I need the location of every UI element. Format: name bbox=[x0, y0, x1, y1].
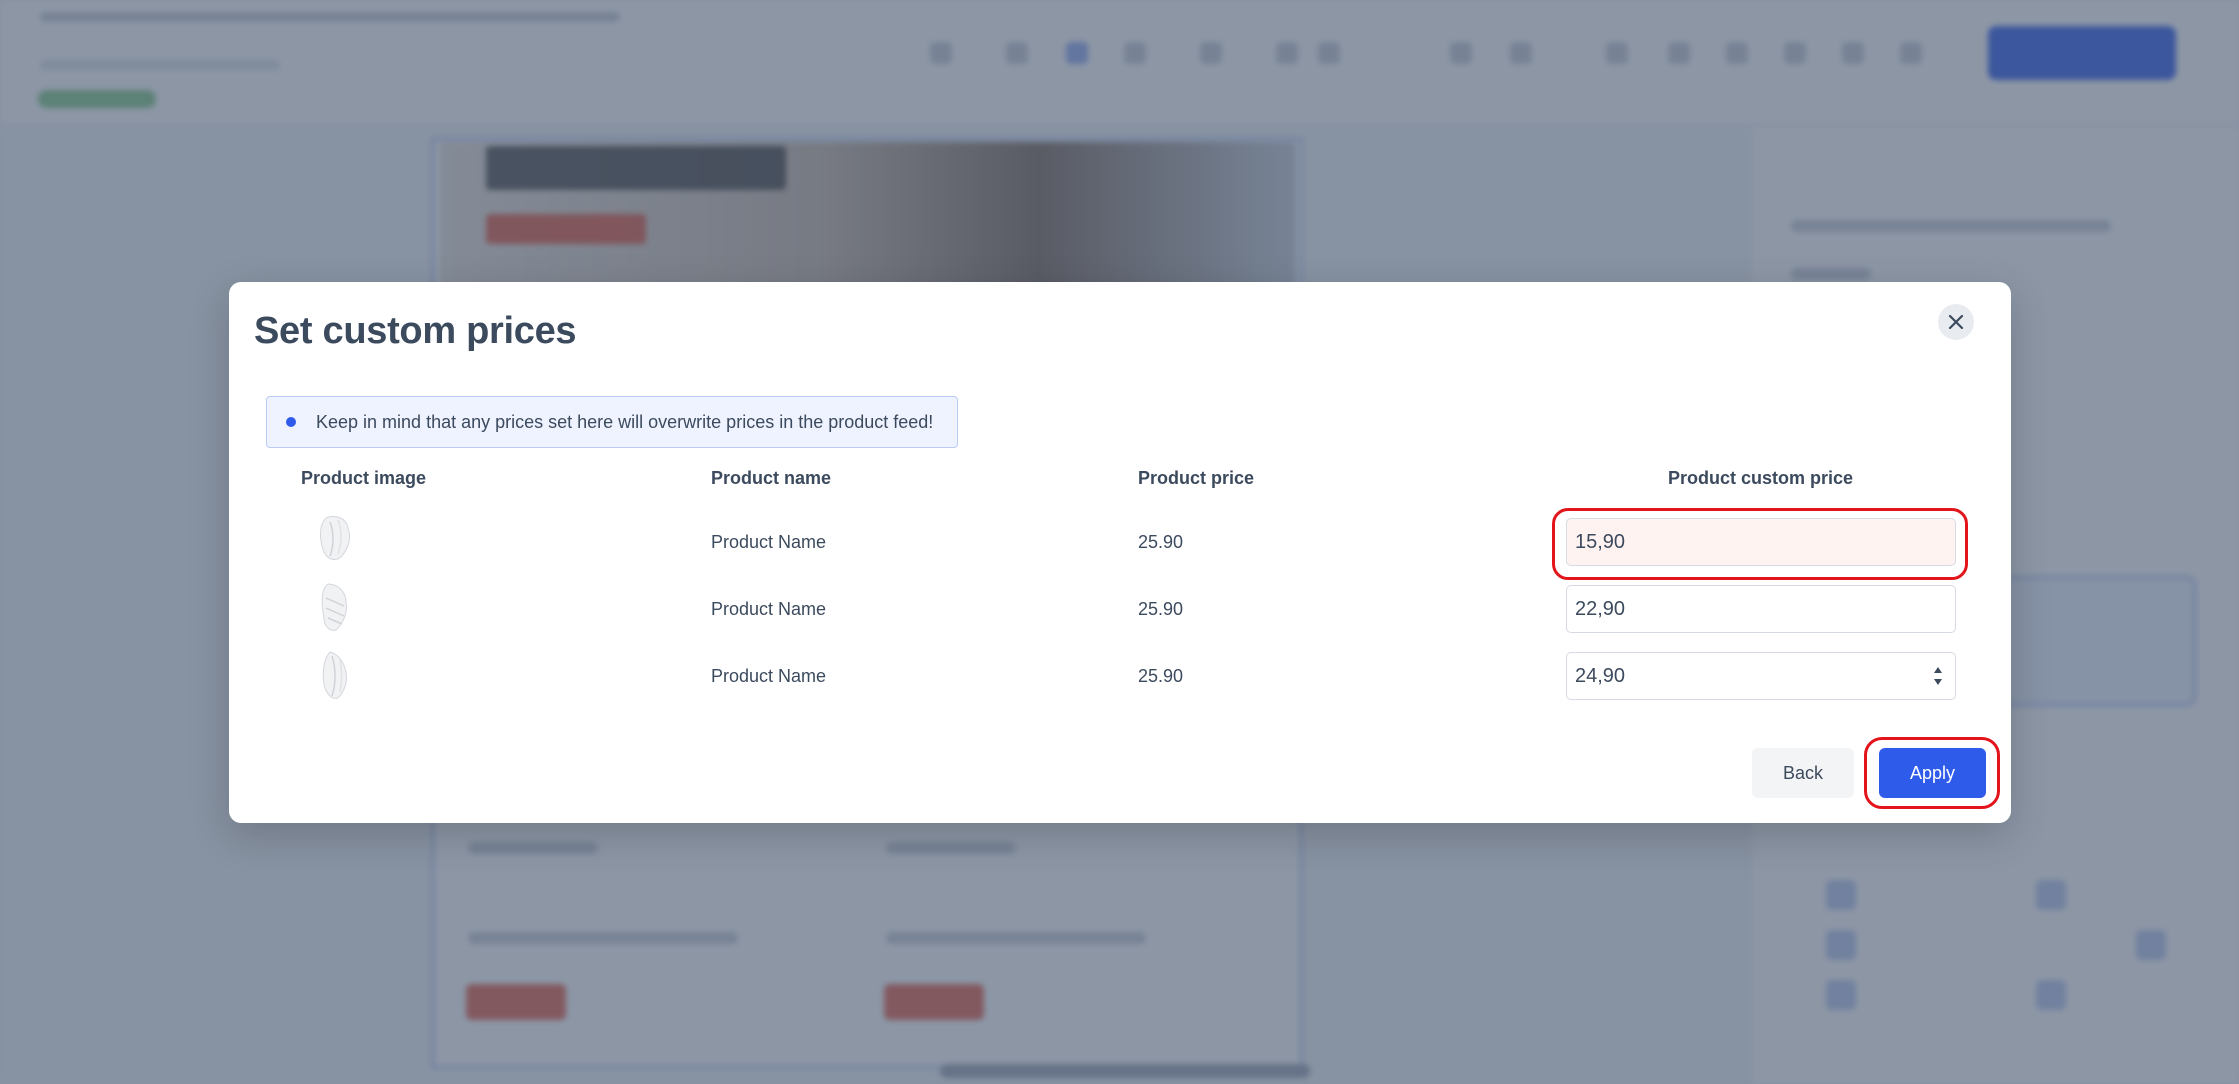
product-thumbnail bbox=[321, 583, 347, 631]
product-name: Product Name bbox=[711, 599, 827, 619]
back-button[interactable]: Back bbox=[1752, 748, 1854, 798]
set-custom-prices-dialog: Set custom prices Keep in mind that any … bbox=[229, 282, 2011, 823]
custom-price-input[interactable] bbox=[1566, 518, 1956, 566]
column-header-name: Product name bbox=[711, 468, 832, 488]
number-spinner-icon[interactable] bbox=[1929, 661, 1947, 691]
product-name: Product Name bbox=[711, 532, 827, 552]
custom-price-input[interactable] bbox=[1566, 652, 1956, 700]
notice-text: Keep in mind that any prices set here wi… bbox=[316, 411, 934, 432]
column-header-custom-price: Product custom price bbox=[1668, 468, 1854, 488]
info-dot-icon bbox=[286, 417, 296, 427]
close-button[interactable] bbox=[1938, 304, 1974, 340]
product-name: Product Name bbox=[711, 666, 827, 686]
product-price: 25.90 bbox=[1138, 666, 1184, 686]
product-price: 25.90 bbox=[1138, 532, 1184, 552]
apply-button[interactable]: Apply bbox=[1879, 748, 1986, 798]
custom-price-input[interactable] bbox=[1566, 585, 1956, 633]
column-header-image: Product image bbox=[301, 468, 427, 488]
product-thumbnail bbox=[322, 651, 347, 699]
product-price: 25.90 bbox=[1138, 599, 1184, 619]
dialog-title: Set custom prices bbox=[254, 310, 577, 352]
close-icon bbox=[1948, 314, 1964, 330]
product-thumbnail bbox=[320, 515, 351, 560]
column-header-price: Product price bbox=[1138, 468, 1255, 488]
overwrite-notice: Keep in mind that any prices set here wi… bbox=[266, 396, 958, 448]
